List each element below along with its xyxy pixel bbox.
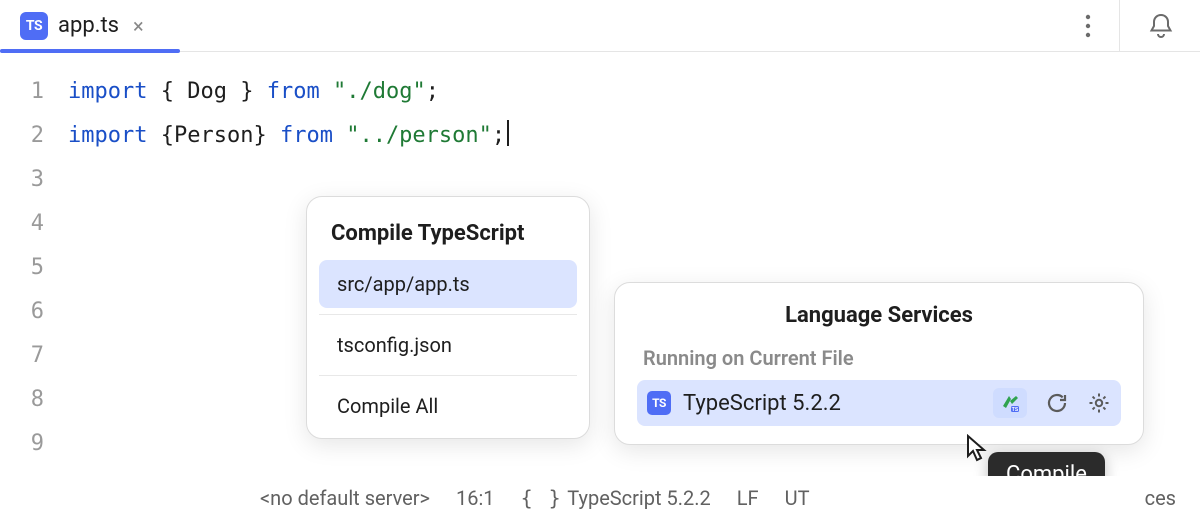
typescript-file-icon: TS <box>20 12 48 40</box>
popup-separator <box>319 375 577 376</box>
compile-typescript-popup: Compile TypeScript src/app/app.ts tsconf… <box>306 196 590 439</box>
line-number: 5 <box>0 246 44 290</box>
status-line-ending[interactable]: LF <box>737 486 759 510</box>
language-services-title: Language Services <box>637 303 1121 328</box>
settings-icon[interactable] <box>1087 391 1111 415</box>
tab-filename: app.ts <box>58 13 119 38</box>
more-icon[interactable] <box>1085 14 1091 38</box>
status-trailing[interactable]: ces <box>1145 486 1176 510</box>
editor-tab-app-ts[interactable]: TS app.ts × <box>8 4 156 48</box>
language-services-subtitle: Running on Current File <box>637 346 1121 370</box>
status-bar: <no default server> 16:1 { } TypeScript … <box>0 476 1200 520</box>
tabbar-divider <box>1119 0 1120 52</box>
line-number-gutter: 1 2 3 4 5 6 7 8 9 10 <box>0 70 68 510</box>
line-number: 1 <box>0 70 44 114</box>
code-line: import { Dog } from "./dog"; <box>68 70 1200 114</box>
line-number: 2 <box>0 114 44 158</box>
code-line: import {Person} from "../person"; <box>68 114 1200 158</box>
line-number: 8 <box>0 378 44 422</box>
tab-bar: TS app.ts × <box>0 0 1200 52</box>
compile-item-all[interactable]: Compile All <box>319 382 577 430</box>
popup-separator <box>319 314 577 315</box>
status-encoding[interactable]: UT <box>785 486 810 510</box>
restart-icon[interactable] <box>1045 391 1069 415</box>
line-number: 7 <box>0 334 44 378</box>
status-caret-position[interactable]: 16:1 <box>456 486 495 510</box>
status-language[interactable]: { } TypeScript 5.2.2 <box>521 486 711 510</box>
line-number: 4 <box>0 202 44 246</box>
compile-item-current-file[interactable]: src/app/app.ts <box>319 260 577 308</box>
language-service-row[interactable]: TS TypeScript 5.2.2 TS <box>637 380 1121 426</box>
line-number: 9 <box>0 422 44 466</box>
language-services-popup: Language Services Running on Current Fil… <box>614 282 1144 445</box>
typescript-service-icon: TS <box>647 391 671 415</box>
line-number: 6 <box>0 290 44 334</box>
line-number: 3 <box>0 158 44 202</box>
status-server[interactable]: <no default server> <box>260 486 430 510</box>
compile-button[interactable]: TS <box>993 388 1027 418</box>
language-service-label: TypeScript 5.2.2 <box>683 391 981 416</box>
compile-popup-title: Compile TypeScript <box>307 215 589 260</box>
tabbar-actions <box>1085 0 1192 52</box>
text-caret <box>507 120 509 146</box>
compile-item-tsconfig[interactable]: tsconfig.json <box>319 321 577 369</box>
active-tab-indicator <box>0 49 180 53</box>
svg-text:TS: TS <box>1012 407 1019 413</box>
notifications-icon[interactable] <box>1148 12 1174 40</box>
close-tab-icon[interactable]: × <box>133 14 144 38</box>
